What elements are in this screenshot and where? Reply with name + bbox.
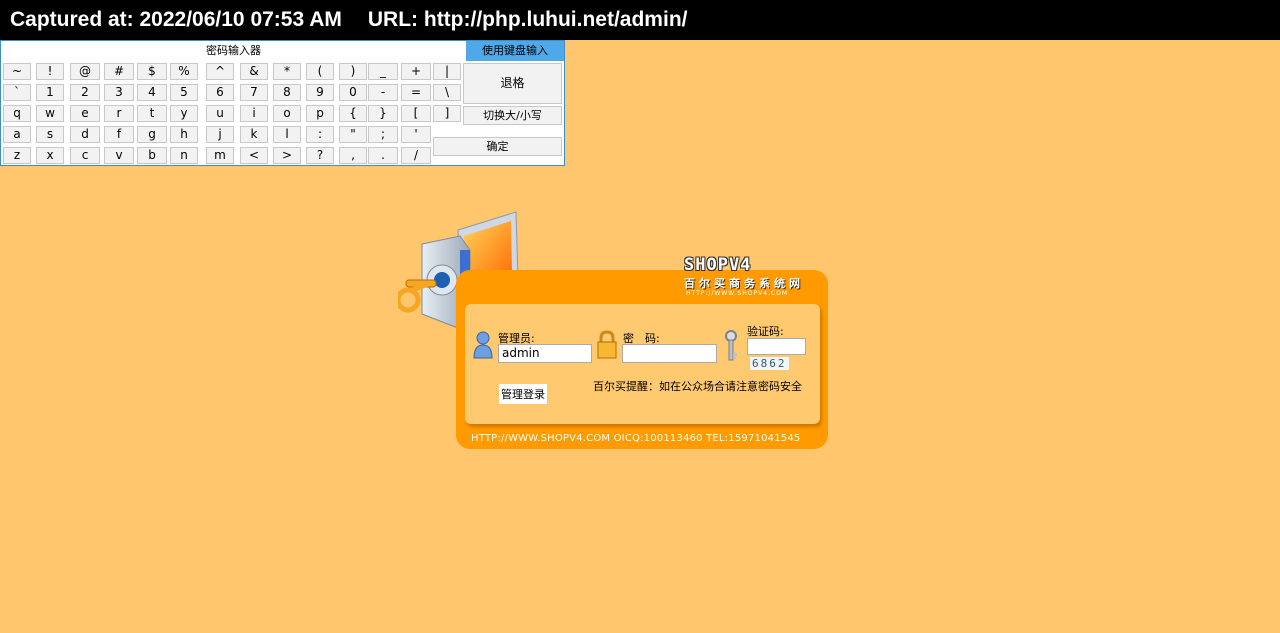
keyboard-key[interactable]: - (368, 84, 398, 101)
keyboard-key[interactable]: & (240, 63, 268, 80)
keyboard-key[interactable]: * (273, 63, 301, 80)
keyboard-key[interactable]: } (368, 105, 398, 122)
keyboard-key[interactable]: i (240, 105, 268, 122)
virtual-keyboard: 密码输入器 使用键盘输入 ~! @ # $% ^ & * () _ + | ` 1 2 3 4 5 6 7 8 9 0- =… (0, 40, 565, 166)
keyboard-key[interactable]: 5 (170, 84, 198, 101)
keyboard-key[interactable]: 2 (70, 84, 100, 101)
admin-login-button[interactable]: 管理登录 (499, 384, 547, 404)
keyboard-key[interactable]: 7 (240, 84, 268, 101)
keyboard-key[interactable]: , (339, 147, 367, 164)
keyboard-key[interactable]: [ (401, 105, 431, 122)
keyboard-key[interactable]: o (273, 105, 301, 122)
brand-url: HTTP://WWW.SHOPV4.COM (686, 290, 789, 297)
capture-banner: Captured at: 2022/06/10 07:53 AM URL: htt… (0, 0, 1280, 40)
keyboard-key[interactable]: b (137, 147, 167, 164)
confirm-button[interactable]: 确定 (433, 137, 562, 156)
keyboard-key[interactable]: @ (70, 63, 100, 80)
keyboard-key[interactable]: 8 (273, 84, 301, 101)
backspace-button[interactable]: 退格 (463, 63, 562, 104)
keyboard-key[interactable]: c (70, 147, 100, 164)
keyboard-key[interactable]: w (36, 105, 64, 122)
keyboard-key[interactable]: ` (3, 84, 31, 101)
key-icon (725, 330, 737, 361)
keyboard-key[interactable]: q (3, 105, 31, 122)
keyboard-key[interactable]: k (240, 126, 268, 143)
keyboard-key[interactable]: \ (433, 84, 461, 101)
keyboard-key[interactable]: { (339, 105, 367, 122)
keyboard-key[interactable]: . (368, 147, 398, 164)
keyboard-key[interactable]: h (170, 126, 198, 143)
keyboard-key[interactable]: j (206, 126, 234, 143)
brand-logo: SHOPV4 (684, 255, 752, 275)
keyboard-key[interactable]: 1 (36, 84, 64, 101)
keyboard-key[interactable]: t (137, 105, 167, 122)
keyboard-key[interactable]: ^ (206, 63, 234, 80)
contact-footer: HTTP://WWW.SHOPV4.COM OICQ:100113460 TEL… (471, 433, 801, 444)
keyboard-key[interactable]: z (3, 147, 31, 164)
keyboard-key[interactable]: 6 (206, 84, 234, 101)
captured-at: Captured at: 2022/06/10 07:53 AM (10, 8, 342, 31)
keyboard-key[interactable]: m (206, 147, 234, 164)
keyboard-key[interactable]: | (433, 63, 461, 80)
keyboard-key[interactable]: " (339, 126, 367, 143)
keyboard-key[interactable]: r (104, 105, 134, 122)
keyboard-key[interactable]: p (306, 105, 334, 122)
captcha-image[interactable]: 6862 (750, 357, 789, 370)
keyboard-key[interactable]: g (137, 126, 167, 143)
keyboard-key[interactable]: > (273, 147, 301, 164)
keyboard-key[interactable]: n (170, 147, 198, 164)
password-input[interactable] (622, 344, 717, 363)
keyboard-key[interactable]: ; (368, 126, 398, 143)
keyboard-key[interactable]: x (36, 147, 64, 164)
keyboard-key[interactable]: u (206, 105, 234, 122)
captcha-input[interactable] (747, 338, 806, 355)
keyboard-key[interactable]: s (36, 126, 64, 143)
keyboard-key[interactable]: f (104, 126, 134, 143)
keyboard-key[interactable]: / (401, 147, 431, 164)
admin-input[interactable]: admin (498, 344, 592, 363)
use-keyboard-button[interactable]: 使用键盘输入 (466, 41, 564, 61)
keyboard-key[interactable]: $ (137, 63, 167, 80)
keyboard-key[interactable]: d (70, 126, 100, 143)
brand-subtitle: 百尔买商务系统网 (684, 277, 804, 290)
keyboard-key[interactable]: # (104, 63, 134, 80)
keyboard-key[interactable]: ] (433, 105, 461, 122)
keyboard-key[interactable]: e (70, 105, 100, 122)
keyboard-key[interactable]: ) (339, 63, 367, 80)
keyboard-key[interactable]: ~ (3, 63, 31, 80)
captured-url: URL: http://php.luhui.net/admin/ (367, 8, 688, 31)
keyboard-key[interactable]: ! (36, 63, 64, 80)
keyboard-key[interactable]: ' (401, 126, 431, 143)
keyboard-key[interactable]: v (104, 147, 134, 164)
security-tip: 百尔买提醒：如在公众场合请注意密码安全 (593, 380, 802, 393)
keyboard-title: 密码输入器 (206, 44, 261, 57)
keyboard-key[interactable]: ( (306, 63, 334, 80)
keyboard-key[interactable]: : (306, 126, 334, 143)
keyboard-key[interactable]: 9 (306, 84, 334, 101)
keyboard-key[interactable]: ? (306, 147, 334, 164)
keyboard-key[interactable]: a (3, 126, 31, 143)
keyboard-key[interactable]: < (240, 147, 268, 164)
keyboard-key[interactable]: 3 (104, 84, 134, 101)
user-icon (473, 331, 493, 359)
keyboard-key[interactable]: 0 (339, 84, 367, 101)
lock-icon (597, 330, 617, 359)
captcha-label: 验证码: (747, 325, 784, 338)
toggle-case-button[interactable]: 切换大/小写 (463, 106, 562, 125)
login-panel: SHOPV4 百尔买商务系统网 HTTP://WWW.SHOPV4.COM 管理… (398, 210, 838, 460)
keyboard-key[interactable]: y (170, 105, 198, 122)
keyboard-key[interactable]: = (401, 84, 431, 101)
keyboard-key[interactable]: % (170, 63, 198, 80)
keyboard-key[interactable]: l (273, 126, 301, 143)
keyboard-key[interactable]: + (401, 63, 431, 80)
keyboard-key[interactable]: _ (368, 63, 398, 80)
keyboard-key[interactable]: 4 (137, 84, 167, 101)
